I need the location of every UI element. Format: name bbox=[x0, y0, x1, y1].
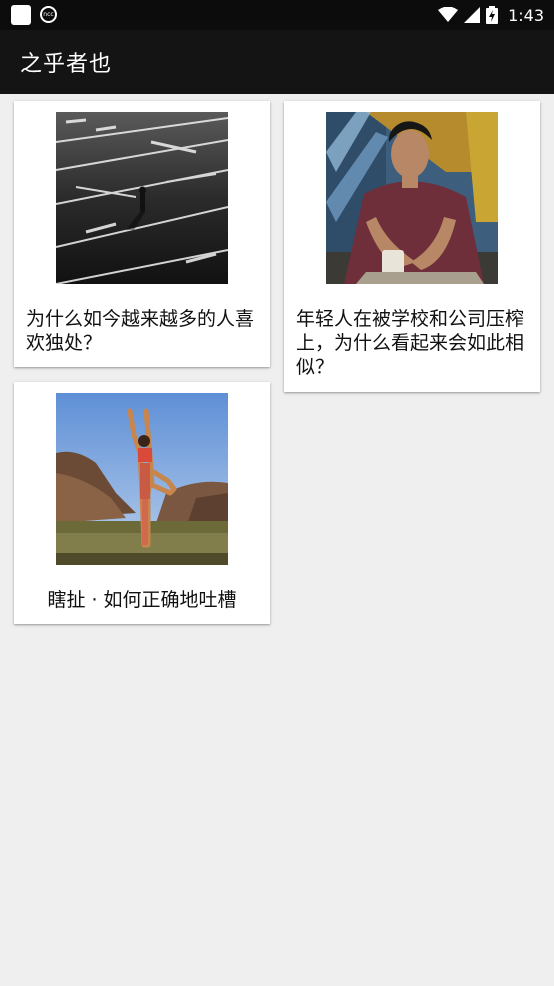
parking-lot-person-image bbox=[56, 112, 228, 284]
young-man-sitting-image bbox=[326, 112, 498, 284]
story-title: 年轻人在被学校和公司压榨上，为什么看起来会如此相似？ bbox=[296, 308, 525, 378]
app-notification-icon bbox=[11, 5, 31, 25]
story-card[interactable]: 为什么如今越来越多的人喜欢独处？ bbox=[14, 101, 270, 367]
story-card[interactable]: 年轻人在被学校和公司压榨上，为什么看起来会如此相似？ bbox=[284, 101, 540, 392]
app-title: 之乎者也 bbox=[20, 52, 113, 77]
yoga-pose-image bbox=[56, 393, 228, 565]
signal-icon bbox=[464, 7, 481, 23]
story-card[interactable]: 瞎扯 · 如何正确地吐槽 bbox=[14, 382, 270, 624]
app-bar: 之乎者也 bbox=[0, 30, 554, 94]
clock: 1:43 bbox=[508, 5, 544, 25]
story-title: 为什么如今越来越多的人喜欢独处？ bbox=[26, 308, 255, 354]
story-title: 瞎扯 · 如何正确地吐槽 bbox=[47, 589, 237, 611]
ncc-icon: ncc bbox=[40, 6, 57, 23]
battery-icon bbox=[486, 6, 499, 24]
status-icons: 1:43 bbox=[438, 0, 544, 30]
wifi-icon bbox=[438, 7, 459, 22]
status-bar: ncc 1:43 bbox=[0, 0, 554, 30]
